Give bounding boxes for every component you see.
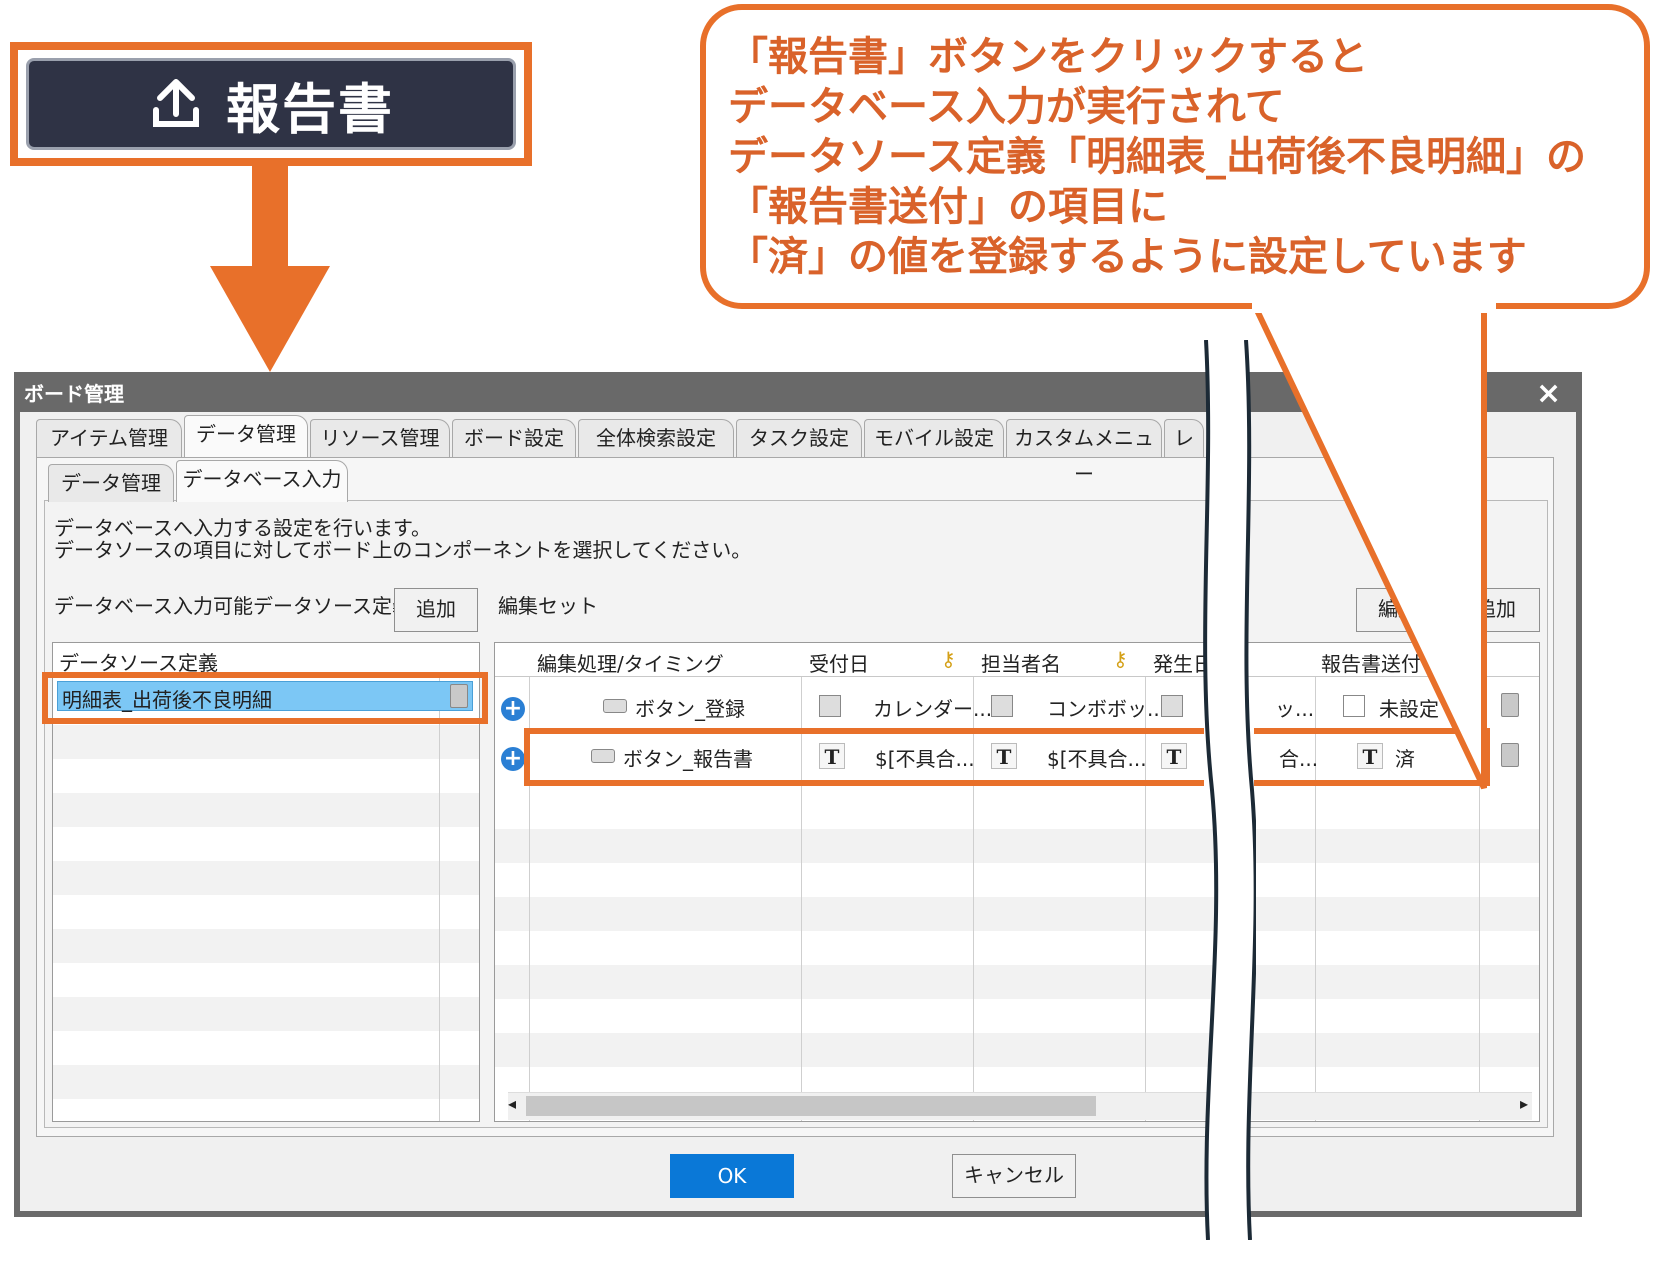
subtab-database-input[interactable]: データベース入力 bbox=[176, 460, 348, 502]
tab-data-management[interactable]: データ管理 bbox=[184, 415, 308, 457]
tab-mobile-settings[interactable]: モバイル設定 bbox=[864, 419, 1004, 457]
key-icon: ⚷ bbox=[1113, 647, 1128, 671]
ok-button[interactable]: OK bbox=[670, 1154, 794, 1198]
scroll-left-icon[interactable]: ◂ bbox=[508, 1094, 516, 1113]
expand-icon[interactable]: + bbox=[501, 747, 525, 771]
tab-task-settings[interactable]: タスク設定 bbox=[736, 419, 862, 457]
scrollbar-thumb[interactable] bbox=[526, 1096, 1096, 1116]
combobox-icon bbox=[991, 695, 1013, 717]
cancel-button[interactable]: キャンセル bbox=[952, 1154, 1076, 1198]
trash-icon[interactable] bbox=[1501, 743, 1519, 767]
calendar-icon bbox=[819, 695, 841, 717]
column-header-assignee: 担当者名 bbox=[981, 652, 1061, 676]
component-icon bbox=[1161, 695, 1183, 717]
tab-global-search-settings[interactable]: 全体検索設定 bbox=[578, 419, 734, 457]
tab-item-management[interactable]: アイテム管理 bbox=[36, 419, 182, 457]
row-timing[interactable]: ボタン_登録 bbox=[635, 693, 745, 722]
edit-set-section-label: 編集セット bbox=[498, 594, 598, 618]
report-button[interactable]: 報告書 bbox=[26, 58, 516, 150]
add-datasource-button[interactable]: 追加 bbox=[394, 588, 478, 632]
report-row-highlight bbox=[524, 728, 1204, 786]
datasource-highlight bbox=[42, 672, 488, 724]
down-arrow-icon bbox=[210, 166, 330, 372]
row-cell[interactable]: カレンダー... bbox=[873, 693, 992, 722]
column-header-timing: 編集処理/タイミング bbox=[537, 652, 724, 676]
close-button[interactable]: × bbox=[1536, 376, 1561, 411]
tab-board-settings[interactable]: ボード設定 bbox=[452, 419, 576, 457]
tab-report[interactable]: レポ bbox=[1164, 419, 1204, 457]
report-button-label: 報告書 bbox=[226, 77, 394, 141]
dialog-title: ボード管理 bbox=[24, 382, 124, 406]
subtab-data-management[interactable]: データ管理 bbox=[48, 464, 174, 502]
bubble-text: 「報告書」ボタンをクリックすると データベース入力が実行されて データソース定義… bbox=[728, 34, 1586, 280]
column-header-received-date: 受付日 bbox=[809, 652, 869, 676]
bubble-tail bbox=[1251, 302, 1487, 790]
upload-icon bbox=[153, 79, 199, 127]
bubble-tail-opening bbox=[1252, 303, 1496, 313]
datasource-section-label: データベース入力可能データソース定義 bbox=[54, 594, 412, 618]
expand-icon[interactable]: + bbox=[501, 697, 525, 721]
trash-icon[interactable] bbox=[1501, 693, 1519, 717]
description-line-2: データソースの項目に対してボード上のコンポーネントを選択してください。 bbox=[54, 538, 752, 562]
tab-resource-management[interactable]: リソース管理 bbox=[310, 419, 450, 457]
scroll-right-icon[interactable]: ▸ bbox=[1520, 1094, 1528, 1113]
row-cell[interactable]: コンボボッ... bbox=[1047, 693, 1166, 722]
button-icon bbox=[603, 699, 627, 713]
key-icon: ⚷ bbox=[941, 647, 956, 671]
tab-custom-menu[interactable]: カスタムメニュー bbox=[1006, 419, 1162, 486]
